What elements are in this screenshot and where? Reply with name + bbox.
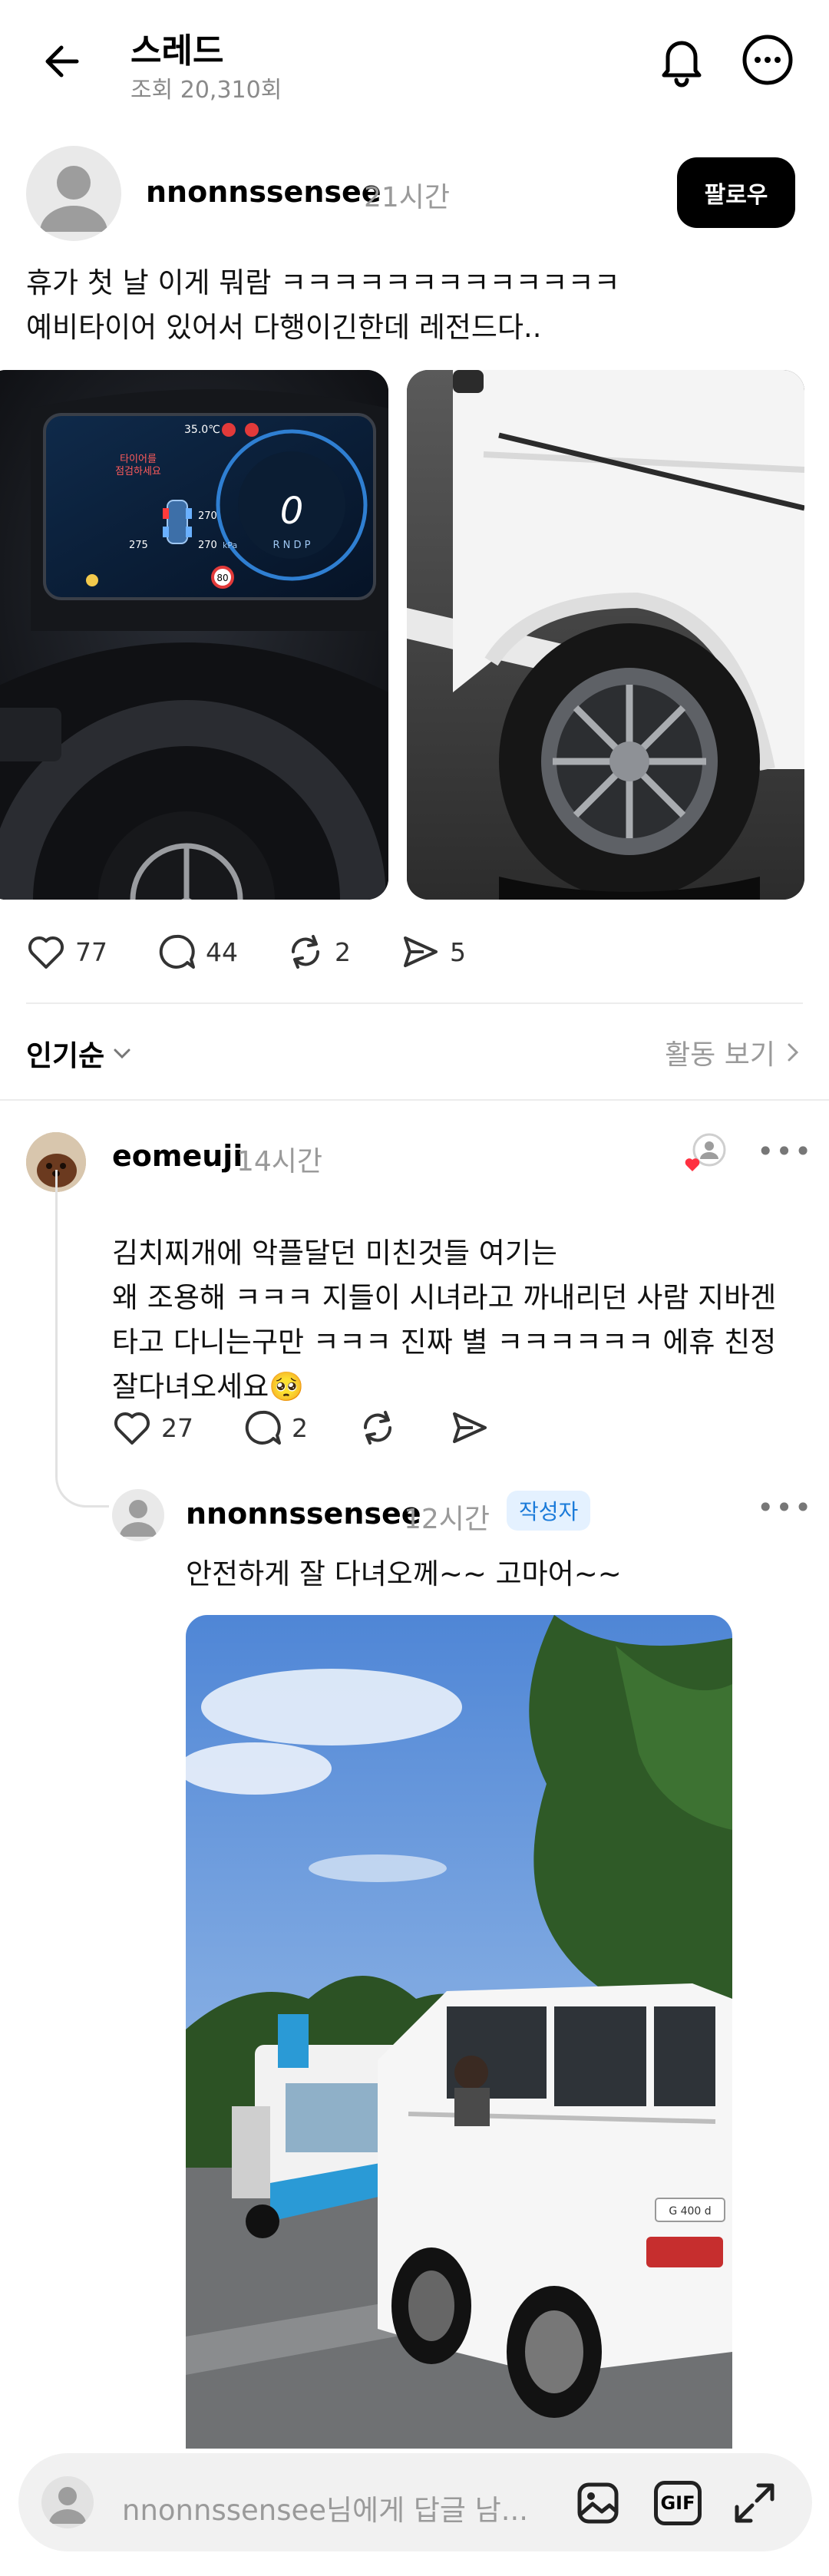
back-arrow-icon[interactable] — [40, 38, 86, 84]
repost-icon — [291, 935, 320, 969]
reply-text: 안전하게 잘 다녀오께~~ 고마어~~ — [186, 1557, 622, 1590]
post-username[interactable]: nnonnssensee — [146, 175, 381, 209]
chevron-down-icon — [114, 1049, 130, 1059]
dash-speed-limit: 80 — [216, 573, 228, 583]
svg-text:타이어를점검하세요: 타이어를 점검하세요 — [115, 454, 161, 477]
gif-icon[interactable]: GIF — [654, 2481, 702, 2525]
header-bar: 스레드 조회 20,310회 — [0, 0, 829, 123]
image-attach-icon[interactable] — [576, 2481, 620, 2525]
dash-tire-rl: 275 — [129, 540, 148, 551]
dash-tire-rr: 270 — [198, 540, 217, 551]
avatar — [41, 2476, 94, 2528]
comment-like-count: 27 — [161, 1412, 193, 1443]
divider — [26, 1002, 803, 1004]
avatar[interactable] — [26, 146, 121, 241]
dash-gear-letters: R N D P — [272, 540, 310, 551]
reply-image-tow-truck[interactable]: G 400 d — [186, 1615, 732, 2449]
page-title: 스레드 — [130, 31, 224, 71]
thread-connector — [55, 1170, 109, 1508]
activity-link[interactable]: 활동 보기 — [665, 1032, 803, 1072]
comment-repost-button[interactable] — [358, 1408, 398, 1448]
more-options-icon[interactable] — [741, 34, 794, 86]
post-text: 휴가 첫 날 이게 뭐람 ㅋㅋㅋㅋㅋㅋㅋㅋㅋㅋㅋㅋㅋ 예비타이어 있어서 다행이… — [26, 266, 620, 344]
like-button[interactable]: 77 — [26, 932, 107, 972]
comment-icon — [245, 1410, 281, 1445]
repost-count: 2 — [335, 936, 351, 967]
comment-username[interactable]: eomeuji — [112, 1139, 243, 1173]
comment-text: 김치찌개에 악플달던 미친것들 여기는 왜 조용해 ㅋㅋㅋ 지들이 시녀라고 까… — [112, 1187, 811, 1409]
liked-by-author-indicator — [683, 1131, 731, 1174]
author-badge: 작성자 — [507, 1491, 591, 1531]
pleading-face-emoji: 🥺 — [269, 1370, 305, 1403]
dash-temp: 35.0℃ — [184, 424, 220, 436]
comment-share-button[interactable] — [450, 1408, 490, 1448]
sort-dropdown[interactable]: 인기순 — [26, 1032, 134, 1074]
follow-button[interactable]: 팔로우 — [677, 157, 795, 228]
dash-unit: kPa — [223, 540, 237, 550]
comment-reply-button[interactable]: 2 — [243, 1408, 308, 1448]
dash-tire-fr: 270 — [198, 510, 217, 522]
comment-time: 14시간 — [236, 1146, 323, 1177]
comment-more-icon[interactable]: ••• — [757, 1134, 813, 1168]
svg-text:0: 0 — [280, 490, 304, 533]
reply-input[interactable]: nnonnssensee님에게 답글 남... — [122, 2487, 528, 2528]
repost-icon — [363, 1411, 392, 1445]
chevron-right-icon — [788, 1043, 799, 1062]
reply-composer[interactable]: nnonnssensee님에게 답글 남... GIF — [18, 2453, 812, 2551]
comment-reply-count: 2 — [292, 1412, 308, 1443]
repost-button[interactable]: 2 — [286, 932, 351, 972]
share-count: 5 — [450, 936, 466, 967]
comment-button[interactable]: 44 — [157, 932, 238, 972]
reply-username[interactable]: nnonnssensee — [186, 1497, 421, 1531]
bell-icon[interactable] — [657, 34, 706, 88]
post-time: 21시간 — [364, 182, 451, 213]
share-icon — [404, 936, 438, 967]
post-image-dashboard[interactable]: 0 R N D P 35.0℃ 타이어를 점검하세요 270 275 270 kP… — [0, 370, 388, 900]
gif-label: GIF — [660, 2492, 695, 2514]
post-image-flat-tire[interactable] — [407, 370, 804, 900]
comment-count: 44 — [206, 936, 238, 967]
comment-text-body: 김치찌개에 악플달던 미친것들 여기는 왜 조용해 ㅋㅋㅋ 지들이 시녀라고 까… — [112, 1237, 777, 1403]
share-button[interactable]: 5 — [401, 932, 466, 972]
sort-label: 인기순 — [26, 1039, 105, 1072]
activity-label: 활동 보기 — [665, 1039, 775, 1071]
divider — [0, 1099, 829, 1101]
reply-more-icon[interactable]: ••• — [757, 1491, 813, 1524]
view-count: 조회 20,310회 — [130, 77, 282, 104]
reply-time: 12시간 — [404, 1504, 490, 1535]
comment-icon — [159, 934, 195, 969]
share-icon — [453, 1412, 487, 1443]
comment-like-button[interactable]: 27 — [112, 1408, 193, 1448]
heart-icon — [28, 936, 64, 969]
avatar[interactable] — [112, 1489, 164, 1541]
white-suv: G 400 d — [378, 1983, 732, 2418]
heart-icon — [114, 1412, 150, 1445]
vehicle-badge-text: G 400 d — [669, 2205, 711, 2218]
like-count: 77 — [75, 936, 107, 967]
expand-icon[interactable] — [732, 2481, 777, 2525]
